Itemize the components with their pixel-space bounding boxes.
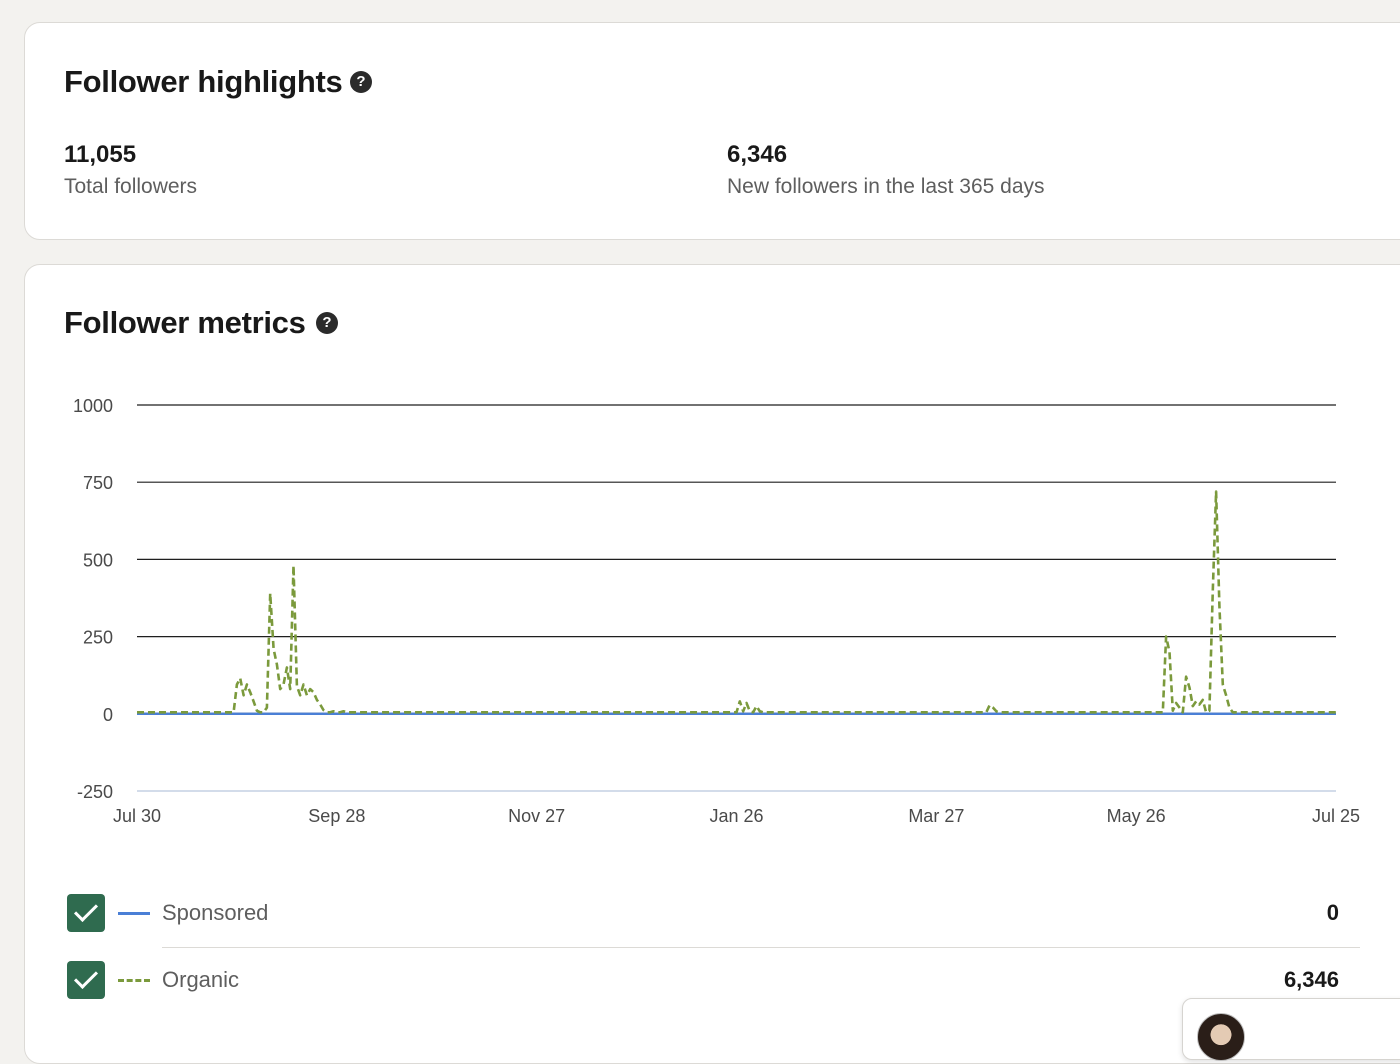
y-tick-label: -250 xyxy=(77,782,113,802)
follower-highlights-title: Follower highlights xyxy=(64,64,343,99)
sponsored-checkbox[interactable] xyxy=(67,894,105,932)
x-tick-label: May 26 xyxy=(1107,806,1166,826)
x-tick-label: Jul 25 xyxy=(1312,806,1360,826)
follower-highlights-card: Follower highlights ? 11,055 Total follo… xyxy=(24,22,1400,240)
new-followers-label: New followers in the last 365 days xyxy=(727,175,1045,198)
follower-metrics-chart: 1000 750 500 250 0 -250Jul 30 Sep 28 Nov 27 Jan … xyxy=(73,396,1360,826)
legend-divider xyxy=(162,947,1360,948)
sponsored-label: Sponsored xyxy=(162,900,269,925)
avatar[interactable] xyxy=(1197,1013,1245,1061)
y-tick-label: 250 xyxy=(83,628,113,648)
x-tick-label: Mar 27 xyxy=(908,806,964,826)
organic-line-swatch xyxy=(118,979,150,982)
y-tick-label: 0 xyxy=(103,705,113,725)
x-tick-label: Sep 28 xyxy=(308,806,365,826)
sponsored-value: 0 xyxy=(1326,900,1339,925)
new-followers-value: 6,346 xyxy=(727,141,788,168)
x-tick-label: Jan 26 xyxy=(709,806,763,826)
organic-label: Organic xyxy=(162,967,240,992)
organic-value: 6,346 xyxy=(1283,967,1339,992)
sponsored-line-swatch xyxy=(118,912,150,915)
total-followers-label: Total followers xyxy=(64,175,198,198)
y-tick-label: 1000 xyxy=(73,396,113,416)
y-tick-label: 500 xyxy=(83,550,113,570)
legend-row-organic: Organic 6,346 xyxy=(67,959,1339,999)
legend-row-sponsored: Sponsored 0 xyxy=(67,892,1339,932)
floating-messaging-panel[interactable] xyxy=(1182,998,1400,1061)
x-tick-label: Jul 30 xyxy=(113,806,161,826)
organic-series-line xyxy=(137,490,1336,714)
question-mark-circle-icon[interactable]: ? xyxy=(350,71,372,93)
x-tick-label: Nov 27 xyxy=(508,806,565,826)
organic-checkbox[interactable] xyxy=(67,961,105,999)
follower-metrics-card: Follower metrics ? 1000 750 500 250 0 -250 Jul… xyxy=(24,264,1400,1064)
total-followers-value: 11,055 xyxy=(64,141,137,168)
y-tick-label: 750 xyxy=(83,473,113,493)
